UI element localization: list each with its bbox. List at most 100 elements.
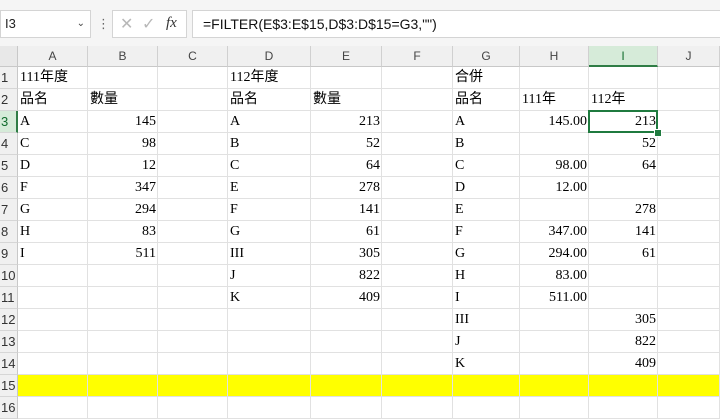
cell-g7[interactable]: E [453,199,520,221]
cell-d1[interactable]: 112年度 [228,67,311,89]
row-header-13[interactable]: 13 [0,331,18,353]
cell-a5[interactable]: D [18,155,88,177]
cell-b6[interactable]: 347 [88,177,158,199]
cell-b4[interactable]: 98 [88,133,158,155]
cell-i13[interactable]: 822 [589,331,658,353]
cell-b7[interactable]: 294 [88,199,158,221]
name-box-dropdown-icon[interactable]: ⌄ [77,11,85,37]
row-header-8[interactable]: 8 [0,221,18,243]
row-header-16[interactable]: 16 [0,397,18,419]
cell-a2[interactable]: 品名 [18,89,88,111]
column-header-j[interactable]: J [658,46,720,67]
cell-e10[interactable]: 822 [311,265,382,287]
cell-g4[interactable]: B [453,133,520,155]
cell-i14[interactable]: 409 [589,353,658,375]
cell-d2[interactable]: 品名 [228,89,311,111]
cell-i12[interactable]: 305 [589,309,658,331]
column-header-i[interactable]: I [589,46,658,67]
cell-i2[interactable]: 112年 [589,89,658,111]
fill-handle[interactable] [654,129,662,137]
row-header-6[interactable]: 6 [0,177,18,199]
more-options-icon[interactable]: ⋮ [97,16,110,32]
cell-h6[interactable]: 12.00 [520,177,589,199]
cell-b3[interactable]: 145 [88,111,158,133]
cell-i9[interactable]: 61 [589,243,658,265]
column-header-c[interactable]: C [158,46,228,67]
cell-b5[interactable]: 12 [88,155,158,177]
cell-d7[interactable]: F [228,199,311,221]
cell-g13[interactable]: J [453,331,520,353]
cell-g10[interactable]: H [453,265,520,287]
cell-d5[interactable]: C [228,155,311,177]
cell-d8[interactable]: G [228,221,311,243]
name-box[interactable]: I3 ⌄ [0,10,91,38]
cell-a4[interactable]: C [18,133,88,155]
cell-a6[interactable]: F [18,177,88,199]
cell-i7[interactable]: 278 [589,199,658,221]
insert-function-icon[interactable]: fx [166,15,177,32]
column-header-e[interactable]: E [311,46,382,67]
cancel-x-icon[interactable]: ✕ [120,14,133,34]
cell-g5[interactable]: C [453,155,520,177]
cell-g3[interactable]: A [453,111,520,133]
cell-g12[interactable]: III [453,309,520,331]
cell-g14[interactable]: K [453,353,520,375]
cell-b2[interactable]: 數量 [88,89,158,111]
cell-h2[interactable]: 111年 [520,89,589,111]
cell-i4[interactable]: 52 [589,133,658,155]
cell-a1[interactable]: 111年度 [18,67,88,89]
cell-d6[interactable]: E [228,177,311,199]
cell-e11[interactable]: 409 [311,287,382,309]
cell-area[interactable]: 111年度 品名 數量 A 145 C 98 D 12 F 347 G 294 H 83 I 511 112年度品… [18,67,720,419]
row-header-15[interactable]: 15 [0,375,18,397]
column-header-f[interactable]: F [382,46,453,67]
cell-g6[interactable]: D [453,177,520,199]
row-header-3[interactable]: 3 [0,111,18,133]
cell-a8[interactable]: H [18,221,88,243]
row-header-9[interactable]: 9 [0,243,18,265]
cell-a7[interactable]: G [18,199,88,221]
row-header-14[interactable]: 14 [0,353,18,375]
cell-a9[interactable]: I [18,243,88,265]
cell-e4[interactable]: 52 [311,133,382,155]
cell-e9[interactable]: 305 [311,243,382,265]
cell-e2[interactable]: 數量 [311,89,382,111]
cell-b8[interactable]: 83 [88,221,158,243]
cell-h3[interactable]: 145.00 [520,111,589,133]
cell-e7[interactable]: 141 [311,199,382,221]
cell-d10[interactable]: J [228,265,311,287]
cell-e5[interactable]: 64 [311,155,382,177]
cell-d9[interactable]: III [228,243,311,265]
cell-d3[interactable]: A [228,111,311,133]
cell-h8[interactable]: 347.00 [520,221,589,243]
column-header-h[interactable]: H [520,46,589,67]
column-header-a[interactable]: A [18,46,88,67]
cell-h11[interactable]: 511.00 [520,287,589,309]
cell-g2[interactable]: 品名 [453,89,520,111]
cell-a3[interactable]: A [18,111,88,133]
cell-e6[interactable]: 278 [311,177,382,199]
select-all-corner[interactable] [0,46,18,67]
column-header-b[interactable]: B [88,46,158,67]
cell-e3[interactable]: 213 [311,111,382,133]
row-header-10[interactable]: 10 [0,265,18,287]
cell-g11[interactable]: I [453,287,520,309]
cell-h10[interactable]: 83.00 [520,265,589,287]
row-header-1[interactable]: 1 [0,67,18,89]
checkmark-icon[interactable]: ✓ [142,14,155,34]
row-header-12[interactable]: 12 [0,309,18,331]
cell-h5[interactable]: 98.00 [520,155,589,177]
cell-i5[interactable]: 64 [589,155,658,177]
cell-e8[interactable]: 61 [311,221,382,243]
row-header-7[interactable]: 7 [0,199,18,221]
cell-d4[interactable]: B [228,133,311,155]
cell-g1[interactable]: 合併 [453,67,520,89]
row-header-11[interactable]: 11 [0,287,18,309]
row-header-2[interactable]: 2 [0,89,18,111]
cell-i8[interactable]: 141 [589,221,658,243]
cell-g9[interactable]: G [453,243,520,265]
row-header-4[interactable]: 4 [0,133,18,155]
column-header-g[interactable]: G [453,46,520,67]
column-header-d[interactable]: D [228,46,311,67]
cell-h9[interactable]: 294.00 [520,243,589,265]
